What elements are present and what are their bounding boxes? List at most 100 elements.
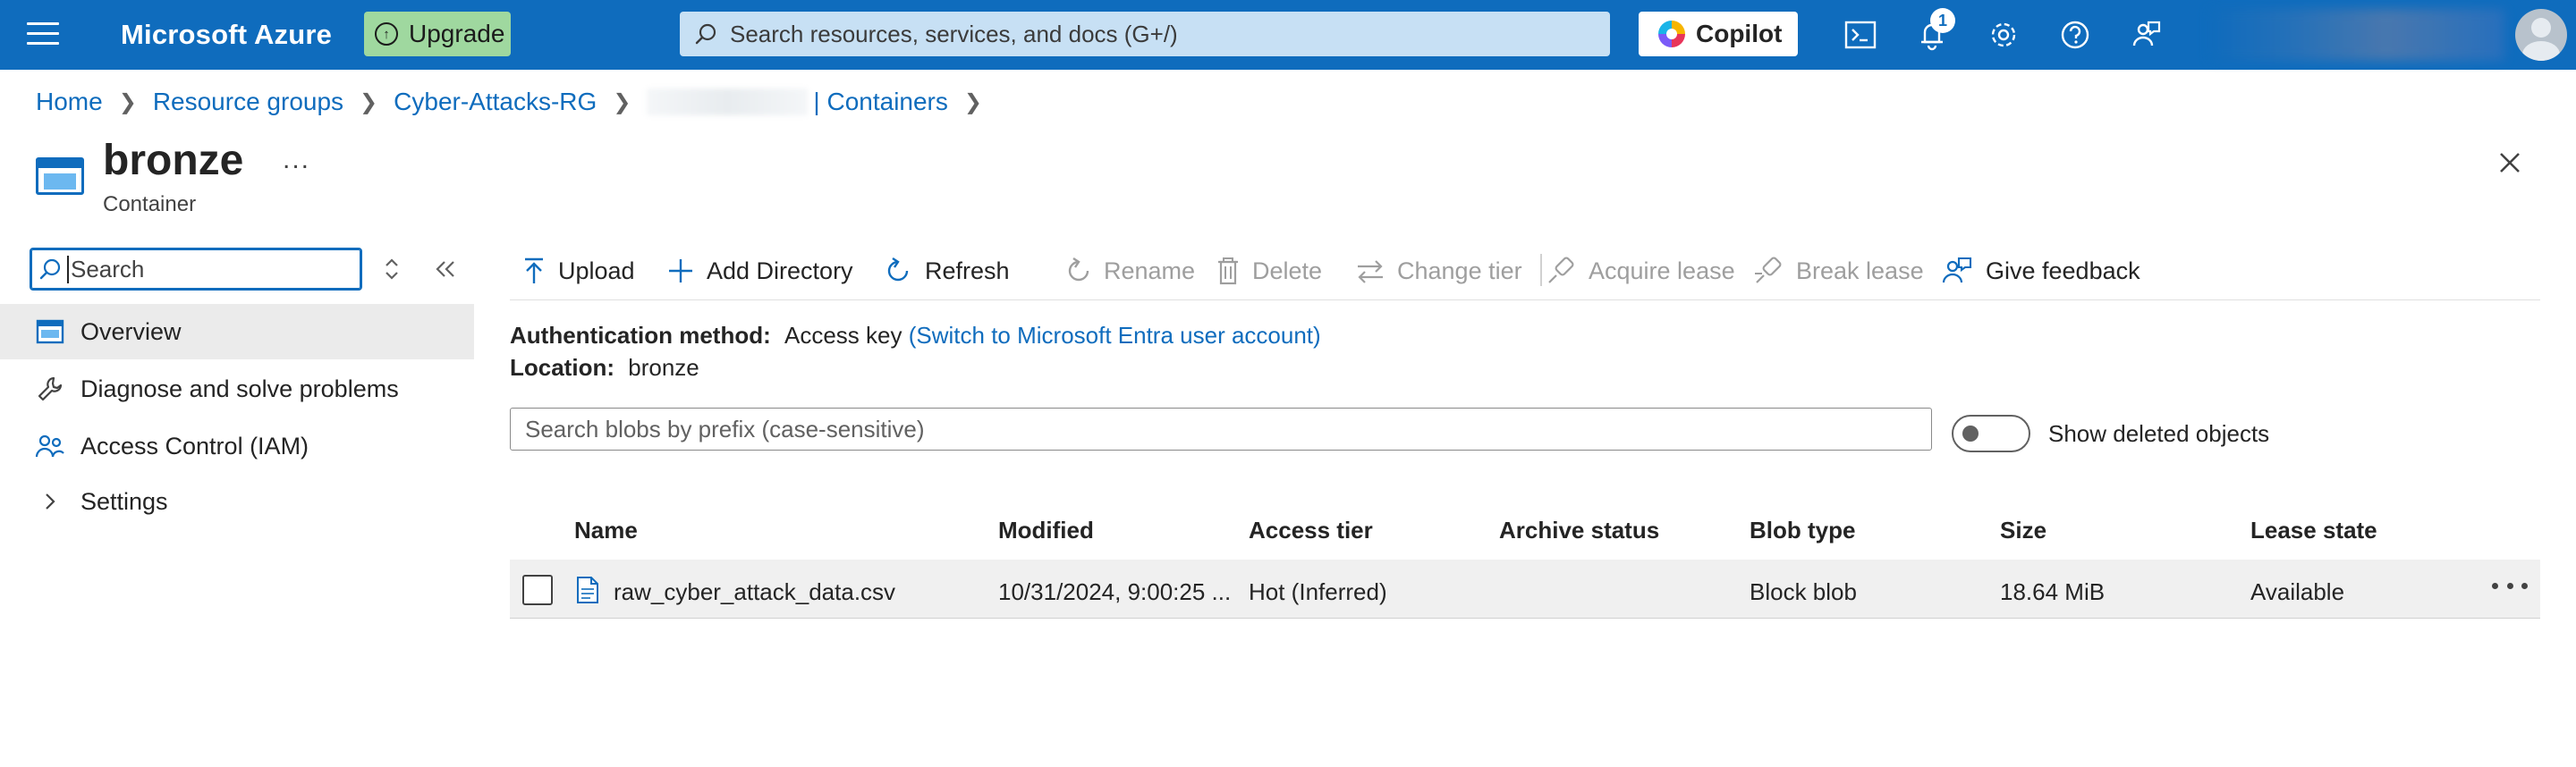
cell-size: 18.64 MiB: [2000, 578, 2106, 605]
sort-toggle-icon[interactable]: [383, 256, 401, 282]
break-lease-button[interactable]: Break lease: [1753, 250, 1924, 291]
blob-search-input[interactable]: Search blobs by prefix (case-sensitive): [510, 408, 1932, 451]
container-icon: [34, 316, 66, 348]
feedback-icon[interactable]: [2129, 17, 2165, 53]
upload-button[interactable]: Upload: [522, 250, 635, 291]
nav-item-access-control[interactable]: Access Control (IAM): [0, 418, 474, 474]
menu-icon[interactable]: [27, 22, 59, 47]
blob-search-placeholder: Search blobs by prefix (case-sensitive): [525, 415, 925, 442]
nav-search-placeholder: Search: [67, 255, 144, 283]
copilot-label: Copilot: [1696, 20, 1783, 47]
nav-item-diagnose[interactable]: Diagnose and solve problems: [0, 361, 474, 417]
swap-icon: [1358, 260, 1383, 283]
avatar[interactable]: [2515, 9, 2567, 61]
refresh-label: Refresh: [925, 257, 1010, 284]
change-tier-button[interactable]: Change tier: [1356, 250, 1522, 291]
show-deleted-label: Show deleted objects: [2048, 420, 2270, 447]
breadcrumb-redacted: [647, 88, 809, 115]
chevron-right-icon: ❯: [613, 89, 631, 114]
column-header-lease-state[interactable]: Lease state: [2250, 517, 2377, 544]
nav-item-label: Overview: [80, 317, 182, 345]
notification-badge: 1: [1930, 8, 1955, 33]
nav-item-settings[interactable]: Settings: [0, 474, 474, 529]
page-subtitle: Container: [103, 192, 197, 216]
container-icon: [36, 157, 84, 195]
column-header-name[interactable]: Name: [574, 517, 638, 544]
nav-search-input[interactable]: Search: [30, 248, 362, 291]
command-bar: Upload Add Directory Refresh Rename Dele…: [510, 243, 2540, 300]
column-header-modified[interactable]: Modified: [998, 517, 1094, 544]
cell-access-tier: Hot (Inferred): [1249, 578, 1387, 605]
column-header-blob-type[interactable]: Blob type: [1750, 517, 1855, 544]
nav-item-label: Access Control (IAM): [80, 432, 309, 459]
upgrade-label: Upgrade: [409, 20, 505, 47]
gear-icon[interactable]: [1986, 17, 2021, 53]
acquire-lease-label: Acquire lease: [1589, 257, 1735, 284]
cell-name[interactable]: raw_cyber_attack_data.csv: [614, 578, 895, 606]
more-options-button[interactable]: ...: [283, 145, 310, 175]
delete-label: Delete: [1252, 257, 1323, 284]
row-more-icon[interactable]: [2492, 572, 2528, 599]
acquire-lease-button[interactable]: Acquire lease: [1546, 250, 1735, 291]
column-header-access-tier[interactable]: Access tier: [1249, 517, 1373, 544]
add-directory-button[interactable]: Add Directory: [667, 250, 853, 291]
give-feedback-button[interactable]: Give feedback: [1941, 250, 2140, 291]
cell-modified: 10/31/2024, 9:00:25 ...: [998, 578, 1232, 605]
broken-link-icon: [1755, 257, 1782, 283]
file-icon: [577, 577, 598, 603]
switch-auth-link[interactable]: (Switch to Microsoft Entra user account): [909, 322, 1321, 349]
breadcrumb: Home ❯ Resource groups ❯ Cyber-Attacks-R…: [36, 86, 998, 118]
toolbar-divider: [1540, 254, 1542, 286]
nav-item-overview[interactable]: Overview: [0, 304, 474, 359]
refresh-button[interactable]: Refresh: [884, 250, 1010, 291]
global-search-placeholder: Search resources, services, and docs (G+…: [730, 20, 1178, 47]
upgrade-button[interactable]: ↑ Upgrade: [364, 12, 511, 56]
row-checkbox[interactable]: [522, 575, 553, 605]
people-icon: [34, 430, 66, 462]
feedback-icon: [1942, 257, 1972, 283]
location-value: bronze: [628, 354, 699, 381]
break-lease-label: Break lease: [1796, 257, 1924, 284]
breadcrumb-home[interactable]: Home: [36, 88, 103, 116]
copilot-icon: [1658, 21, 1685, 47]
breadcrumb-resource-group[interactable]: Cyber-Attacks-RG: [394, 88, 597, 116]
column-header-archive-status[interactable]: Archive status: [1499, 517, 1659, 544]
chevron-right-icon: [34, 485, 66, 518]
nav-item-label: Diagnose and solve problems: [80, 375, 399, 402]
close-icon: [2500, 153, 2520, 173]
wrench-icon: [34, 373, 66, 405]
search-icon: [695, 23, 716, 45]
change-tier-label: Change tier: [1397, 257, 1522, 284]
brand-title[interactable]: Microsoft Azure: [121, 19, 332, 51]
global-search-input[interactable]: Search resources, services, and docs (G+…: [680, 12, 1610, 56]
collapse-nav-icon[interactable]: [434, 256, 457, 282]
rename-icon: [1068, 257, 1089, 282]
chevron-right-icon: ❯: [360, 89, 378, 114]
breadcrumb-containers[interactable]: | Containers: [813, 88, 947, 116]
page-title: bronze: [103, 137, 244, 184]
upload-icon: [525, 257, 543, 283]
rename-button[interactable]: Rename: [1064, 250, 1195, 291]
account-info-redacted: [2209, 9, 2504, 61]
give-feedback-label: Give feedback: [1986, 257, 2140, 284]
chevron-right-icon: ❯: [963, 89, 982, 114]
auth-method-row: Authentication method: Access key (Switc…: [510, 322, 1321, 350]
trash-icon: [1218, 257, 1238, 285]
upload-label: Upload: [558, 257, 635, 284]
link-icon: [1548, 257, 1574, 283]
breadcrumb-resource-groups[interactable]: Resource groups: [153, 88, 343, 116]
top-bar: Microsoft Azure ↑ Upgrade Search resourc…: [0, 0, 2576, 70]
close-button[interactable]: [2492, 145, 2528, 181]
delete-button[interactable]: Delete: [1216, 250, 1322, 291]
cloud-shell-icon[interactable]: [1843, 17, 1878, 53]
copilot-button[interactable]: Copilot: [1639, 12, 1798, 56]
column-header-size[interactable]: Size: [2000, 517, 2046, 544]
search-icon: [39, 258, 61, 280]
help-icon[interactable]: [2057, 17, 2093, 53]
show-deleted-toggle[interactable]: [1952, 415, 2030, 452]
auth-method-value: Access key: [784, 322, 902, 349]
location-row: Location: bronze: [510, 354, 699, 382]
rename-label: Rename: [1104, 257, 1196, 284]
add-directory-label: Add Directory: [707, 257, 853, 284]
cell-blob-type: Block blob: [1750, 578, 1857, 605]
